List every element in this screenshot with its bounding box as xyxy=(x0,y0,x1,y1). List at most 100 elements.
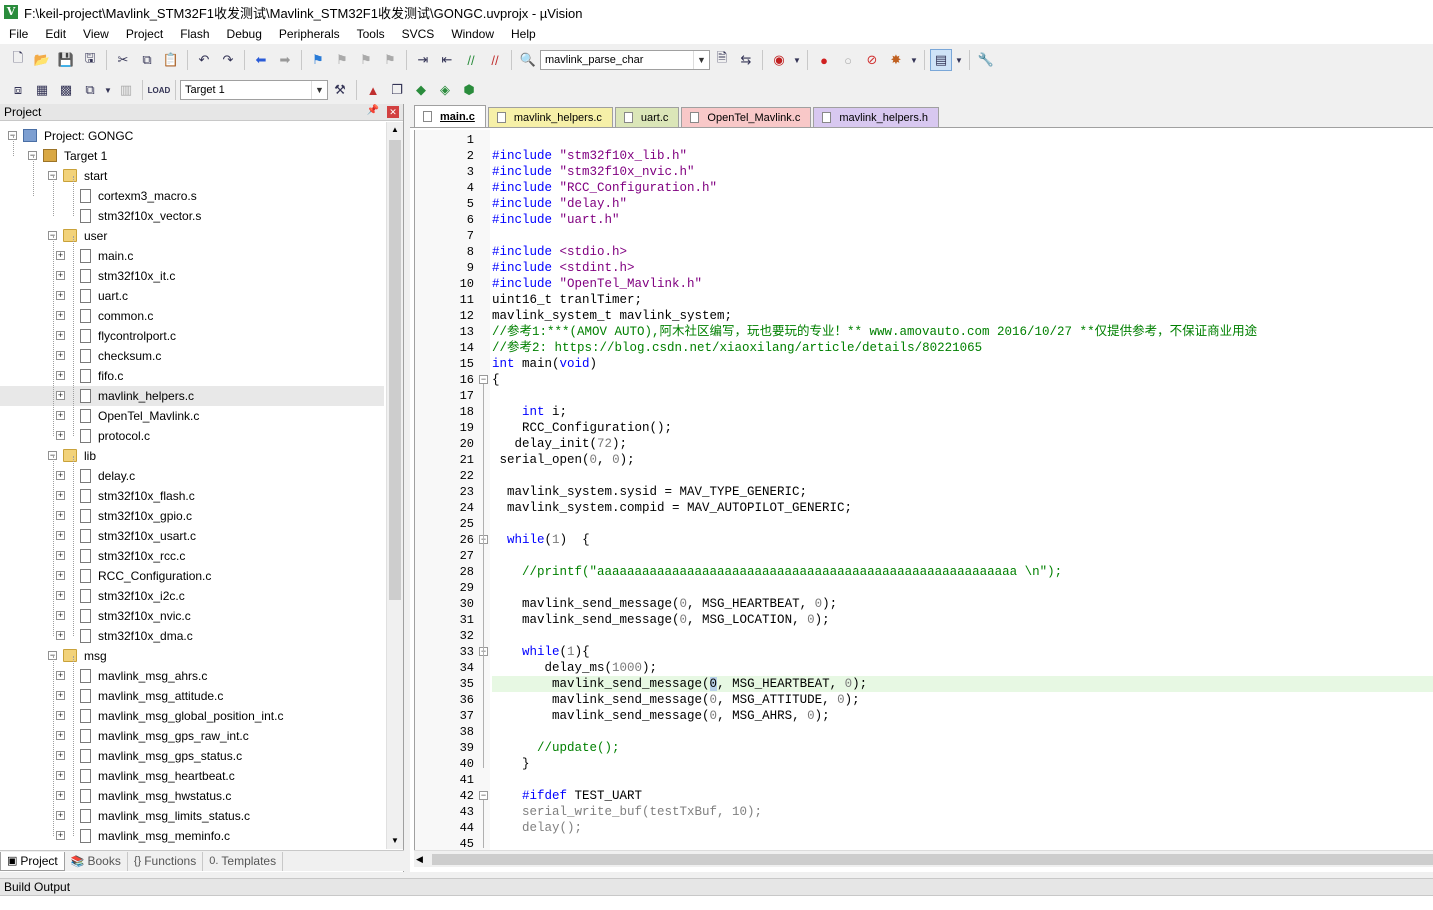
select-packs-icon[interactable]: ◈ xyxy=(434,79,456,101)
expand-icon[interactable]: + xyxy=(56,511,65,520)
expand-icon[interactable]: + xyxy=(56,351,65,360)
tree-item[interactable]: − Project: GONGC xyxy=(0,126,384,146)
tree-item[interactable]: + mavlink_msg_gps_raw_int.c xyxy=(0,726,384,746)
new-file-icon[interactable]: 🗋 xyxy=(7,49,29,71)
panel-tab-functions[interactable]: {} Functions xyxy=(128,851,204,871)
menu-item-file[interactable]: File xyxy=(0,24,36,44)
next-bookmark-icon[interactable]: ⚑ xyxy=(355,49,377,71)
tab-opentel-mavlink-c[interactable]: OpenTel_Mavlink.c xyxy=(681,107,812,127)
batch-build-icon[interactable]: ⧉ xyxy=(79,79,101,101)
tree-item[interactable]: + mavlink_msg_ahrs.c xyxy=(0,666,384,686)
tree-item[interactable]: + stm32f10x_usart.c xyxy=(0,526,384,546)
chevron-down-icon[interactable]: ▼ xyxy=(103,79,113,101)
tree-item[interactable]: + uart.c xyxy=(0,286,384,306)
menu-item-debug[interactable]: Debug xyxy=(218,24,270,44)
undo-icon[interactable]: ↶ xyxy=(193,49,215,71)
horizontal-scrollbar[interactable]: ◀ xyxy=(414,850,1433,867)
chevron-down-icon[interactable]: ▼ xyxy=(693,51,709,69)
expand-icon[interactable]: + xyxy=(56,571,65,580)
expand-icon[interactable]: + xyxy=(56,251,65,260)
expand-icon[interactable]: + xyxy=(56,411,65,420)
tree-item[interactable]: + mavlink_msg_attitude.c xyxy=(0,686,384,706)
stop-build-icon[interactable]: ▥ xyxy=(115,79,137,101)
kill-all-breakpoints-icon[interactable]: ✸ xyxy=(885,49,907,71)
code-editor[interactable]: 1 2 3 4 5 6 7 8 9 10 11 12 13 14 15 16−17 18 19 20 21 22 23 24… xyxy=(414,130,1433,850)
tree-item[interactable]: + common.c xyxy=(0,306,384,326)
tree-item[interactable]: stm32f10x_vector.s xyxy=(0,206,384,226)
window-layout-icon[interactable]: ▤ xyxy=(930,49,952,71)
expand-icon[interactable]: + xyxy=(56,531,65,540)
scroll-left-icon[interactable]: ◀ xyxy=(416,851,423,868)
indent-icon[interactable]: ⇥ xyxy=(412,49,434,71)
chevron-down-icon[interactable]: ▼ xyxy=(909,49,919,71)
tree-item[interactable]: − lib xyxy=(0,446,384,466)
expand-icon[interactable]: + xyxy=(56,831,65,840)
tree-item[interactable]: + mavlink_msg_hwstatus.c xyxy=(0,786,384,806)
manage-project-items-icon[interactable]: ▲ xyxy=(362,79,384,101)
expand-icon[interactable]: + xyxy=(56,491,65,500)
tree-item[interactable]: + stm32f10x_rcc.c xyxy=(0,546,384,566)
unindent-icon[interactable]: ⇤ xyxy=(436,49,458,71)
expand-icon[interactable]: + xyxy=(56,311,65,320)
chevron-down-icon[interactable]: ▼ xyxy=(792,49,802,71)
navigate-back-icon[interactable]: ⬅ xyxy=(250,49,272,71)
fold-collapse-icon[interactable]: − xyxy=(479,791,488,800)
close-icon[interactable]: ✕ xyxy=(387,106,399,118)
tree-item[interactable]: + RCC_Configuration.c xyxy=(0,566,384,586)
copy-icon[interactable]: ⧉ xyxy=(136,49,158,71)
expand-icon[interactable]: + xyxy=(56,671,65,680)
tree-item[interactable]: − msg xyxy=(0,646,384,666)
tree-item[interactable]: + fifo.c xyxy=(0,366,384,386)
translate-icon[interactable]: ⧈ xyxy=(7,79,29,101)
expand-icon[interactable]: + xyxy=(56,271,65,280)
tree-item[interactable]: + stm32f10x_flash.c xyxy=(0,486,384,506)
scroll-up-icon[interactable]: ▲ xyxy=(387,122,403,138)
tree-scrollbar[interactable]: ▲ ▼ xyxy=(386,122,403,849)
expand-icon[interactable]: + xyxy=(56,691,65,700)
panel-tab-project[interactable]: ▣ Project xyxy=(0,851,65,871)
tab-uart-c[interactable]: uart.c xyxy=(614,107,680,127)
tree-item[interactable]: + stm32f10x_it.c xyxy=(0,266,384,286)
insert-breakpoint-icon[interactable]: ● xyxy=(813,49,835,71)
chevron-down-icon[interactable]: ▼ xyxy=(311,81,327,99)
tab-main-c[interactable]: main.c xyxy=(414,105,486,127)
tree-item[interactable]: + checksum.c xyxy=(0,346,384,366)
pack-installer-icon[interactable]: ⬢ xyxy=(458,79,480,101)
tab-mavlink-helpers-h[interactable]: mavlink_helpers.h xyxy=(813,107,940,127)
tree-item[interactable]: + mavlink_msg_limits_status.c xyxy=(0,806,384,826)
tree-item[interactable]: + OpenTel_Mavlink.c xyxy=(0,406,384,426)
build-icon[interactable]: ▦ xyxy=(31,79,53,101)
chevron-down-icon[interactable]: ▼ xyxy=(954,49,964,71)
tree-item[interactable]: + mavlink_msg_global_position_int.c xyxy=(0,706,384,726)
expand-icon[interactable]: + xyxy=(56,611,65,620)
pin-icon[interactable]: 📌 xyxy=(367,105,379,116)
menu-item-project[interactable]: Project xyxy=(117,24,171,44)
menu-item-peripherals[interactable]: Peripherals xyxy=(270,24,348,44)
menu-item-help[interactable]: Help xyxy=(502,24,544,44)
find-combo[interactable]: mavlink_parse_char ▼ xyxy=(540,50,710,70)
open-file-icon[interactable]: 📂 xyxy=(31,49,53,71)
tree-item[interactable]: + mavlink_msg_heartbeat.c xyxy=(0,766,384,786)
target-combo[interactable]: Target 1 ▼ xyxy=(180,80,328,100)
tree-item[interactable]: cortexm3_macro.s xyxy=(0,186,384,206)
menu-item-tools[interactable]: Tools xyxy=(348,24,393,44)
tree-item[interactable]: + stm32f10x_dma.c xyxy=(0,626,384,646)
scroll-thumb[interactable] xyxy=(389,140,401,600)
expand-icon[interactable]: + xyxy=(56,791,65,800)
expand-icon[interactable]: + xyxy=(56,371,65,380)
tree-item[interactable]: − start xyxy=(0,166,384,186)
expand-icon[interactable]: + xyxy=(56,591,65,600)
panel-tab-books[interactable]: 📚 Books xyxy=(65,851,128,871)
expand-icon[interactable]: + xyxy=(56,471,65,480)
tree-item[interactable]: + stm32f10x_nvic.c xyxy=(0,606,384,626)
configure-icon[interactable]: 🔧 xyxy=(975,49,997,71)
menu-item-flash[interactable]: Flash xyxy=(171,24,217,44)
redo-icon[interactable]: ↷ xyxy=(217,49,239,71)
clear-bookmarks-icon[interactable]: ⚑ xyxy=(379,49,401,71)
scroll-thumb[interactable] xyxy=(432,854,1433,865)
expand-icon[interactable]: + xyxy=(56,291,65,300)
find-icon[interactable]: 🗎 xyxy=(711,49,733,71)
target-options-icon[interactable]: ⚒ xyxy=(329,79,351,101)
expand-icon[interactable]: + xyxy=(56,551,65,560)
expand-icon[interactable]: + xyxy=(56,811,65,820)
